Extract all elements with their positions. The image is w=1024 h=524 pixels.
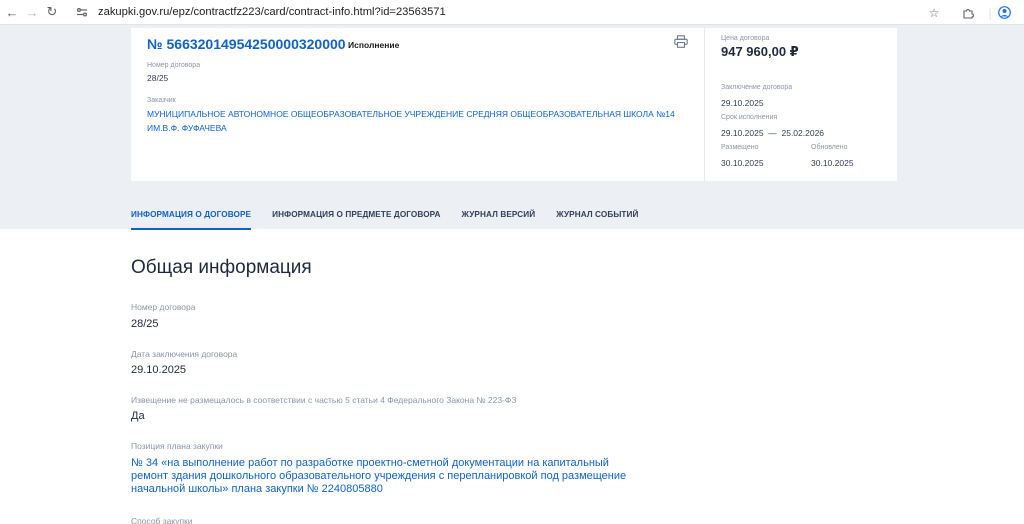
profile-avatar-icon[interactable]	[994, 3, 1014, 23]
back-arrow-icon[interactable]: ←	[2, 2, 22, 22]
customer-link-line2[interactable]: ИМ.В.Ф. ФУФАЧЕВА	[147, 121, 227, 135]
tab-contract-subject[interactable]: ИНФОРМАЦИЯ О ПРЕДМЕТЕ ДОГОВОРА	[272, 210, 440, 230]
site-info-icon[interactable]	[74, 4, 90, 20]
forward-arrow-icon[interactable]: →	[22, 2, 42, 22]
field-value-notice: Да	[131, 410, 145, 422]
field-label-notice: Извещение не размещалось в соответствии …	[131, 395, 517, 405]
section-title: Общая информация	[131, 257, 312, 278]
address-bar[interactable]: zakupki.gov.ru/epz/contractfz223/card/co…	[74, 2, 954, 22]
price-label: Цена договора	[721, 35, 770, 42]
updated-value: 30.10.2025	[811, 158, 854, 168]
url-text: zakupki.gov.ru/epz/contractfz223/card/co…	[98, 6, 446, 18]
bookmark-star-icon[interactable]: ☆	[924, 3, 944, 23]
contract-card: № 56632014954250000320000 Исполнение Ном…	[131, 28, 897, 181]
field-value-number: 28/25	[131, 318, 159, 330]
field-label-purchase-method: Способ закупки	[131, 516, 193, 524]
term-label: Срок исполнения	[721, 114, 778, 121]
conclusion-label: Заключение договора	[721, 84, 793, 91]
customer-link-line1[interactable]: МУНИЦИПАЛЬНОЕ АВТОНОМНОЕ ОБЩЕОБРАЗОВАТЕЛ…	[147, 107, 675, 121]
contract-tabs: ИНФОРМАЦИЯ О ДОГОВОРЕ ИНФОРМАЦИЯ О ПРЕДМ…	[131, 210, 660, 230]
contract-number-value: 28/25	[147, 73, 169, 83]
separator: |	[988, 5, 992, 20]
field-label-plan-position: Позиция плана закупки	[131, 441, 223, 451]
placed-label: Размещено	[721, 144, 759, 151]
browser-toolbar: ← → ↻ zakupki.gov.ru/epz/contractfz223/c…	[0, 0, 1024, 25]
field-value-date: 29.10.2025	[131, 364, 187, 376]
tab-versions-log[interactable]: ЖУРНАЛ ВЕРСИЙ	[462, 210, 536, 230]
plan-position-link-line1[interactable]: № 34 «на выполнение работ по разработке …	[131, 457, 651, 470]
updated-label: Обновлено	[811, 144, 848, 151]
tab-contract-info[interactable]: ИНФОРМАЦИЯ О ДОГОВОРЕ	[131, 210, 252, 230]
field-label-date: Дата заключения договора	[131, 349, 238, 359]
extensions-icon[interactable]	[958, 3, 978, 23]
customer-label: Заказчик	[147, 97, 176, 104]
contract-number-link[interactable]: № 56632014954250000320000	[147, 36, 346, 52]
contract-card-main: № 56632014954250000320000 Исполнение Ном…	[131, 28, 705, 181]
term-value: 29.10.2025 — 25.02.2026	[721, 128, 825, 138]
print-icon[interactable]	[674, 35, 688, 48]
placed-value: 30.10.2025	[721, 158, 764, 168]
plan-position-link-line2[interactable]: ремонт здания дошкольного образовательно…	[131, 470, 651, 483]
price-value: 947 960,00 ₽	[721, 44, 799, 59]
status-badge: Исполнение	[348, 40, 400, 50]
plan-position-link-line3[interactable]: начальной школы» плана закупки № 2240805…	[131, 483, 651, 496]
contract-header-area: № 56632014954250000320000 Исполнение Ном…	[0, 25, 1024, 230]
reload-icon[interactable]: ↻	[42, 2, 62, 22]
field-label-number: Номер договора	[131, 302, 196, 312]
contract-number-label: Номер договора	[147, 62, 201, 69]
contract-card-side: Цена договора 947 960,00 ₽ Заключение до…	[705, 28, 897, 181]
tab-events-log[interactable]: ЖУРНАЛ СОБЫТИЙ	[556, 210, 638, 230]
conclusion-value: 29.10.2025	[721, 98, 764, 108]
